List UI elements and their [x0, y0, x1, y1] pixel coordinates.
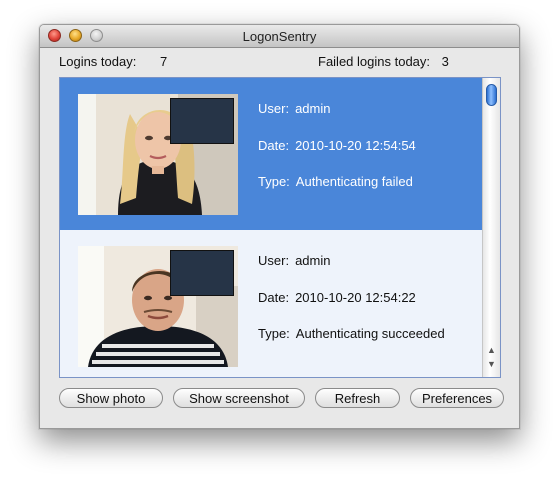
- date-value: 2010-10-20 12:54:22: [295, 290, 416, 305]
- scrollbar-thumb[interactable]: [486, 84, 497, 106]
- show-photo-button[interactable]: Show photo: [59, 388, 163, 408]
- window-title: LogonSentry: [242, 29, 317, 44]
- logins-today-label: Logins today:: [59, 54, 137, 69]
- list-item[interactable]: User: admin Date: 2010-10-20 12:54:22 Type…: [60, 230, 482, 377]
- refresh-button[interactable]: Refresh: [315, 388, 400, 408]
- screenshot-thumbnail: [170, 98, 234, 144]
- failed-logins-value: 3: [441, 54, 449, 69]
- user-label: User:: [258, 101, 290, 116]
- failed-logins-label: Failed logins today:: [318, 54, 431, 69]
- entry-type: Type: Authenticating succeeded: [258, 326, 445, 341]
- title-bar[interactable]: LogonSentry: [40, 25, 519, 48]
- date-label: Date:: [258, 138, 290, 153]
- entry-user: User: admin: [258, 253, 330, 268]
- preferences-button[interactable]: Preferences: [410, 388, 504, 408]
- logins-today: Logins today: 7: [59, 54, 167, 69]
- entry-date: Date: 2010-10-20 12:54:22: [258, 290, 416, 305]
- entry-date: Date: 2010-10-20 12:54:54: [258, 138, 416, 153]
- list-item[interactable]: User: admin Date: 2010-10-20 12:54:54 Type…: [60, 78, 482, 230]
- entry-type: Type: Authenticating failed: [258, 174, 413, 189]
- logins-today-value: 7: [159, 54, 168, 69]
- failed-logins-today: Failed logins today: 3: [318, 54, 449, 69]
- type-label: Type:: [258, 326, 290, 341]
- type-value: Authenticating succeeded: [295, 326, 445, 341]
- app-window: LogonSentry Logins today: 7 Failed login…: [39, 24, 520, 429]
- user-label: User:: [258, 253, 290, 268]
- date-value: 2010-10-20 12:54:54: [295, 138, 416, 153]
- date-label: Date:: [258, 290, 290, 305]
- logon-list[interactable]: User: admin Date: 2010-10-20 12:54:54 Type…: [59, 77, 501, 378]
- type-value: Authenticating failed: [295, 174, 413, 189]
- webcam-photo: [78, 94, 238, 215]
- scroll-up-arrow-icon[interactable]: ▲: [483, 344, 500, 357]
- user-value: admin: [295, 101, 331, 116]
- user-value: admin: [295, 253, 331, 268]
- show-screenshot-button[interactable]: Show screenshot: [173, 388, 305, 408]
- screenshot-thumbnail: [170, 250, 234, 296]
- vertical-scrollbar[interactable]: ▲ ▼: [482, 78, 500, 377]
- webcam-photo: [78, 246, 238, 367]
- scroll-down-arrow-icon[interactable]: ▼: [483, 358, 500, 371]
- entry-user: User: admin: [258, 101, 330, 116]
- type-label: Type:: [258, 174, 290, 189]
